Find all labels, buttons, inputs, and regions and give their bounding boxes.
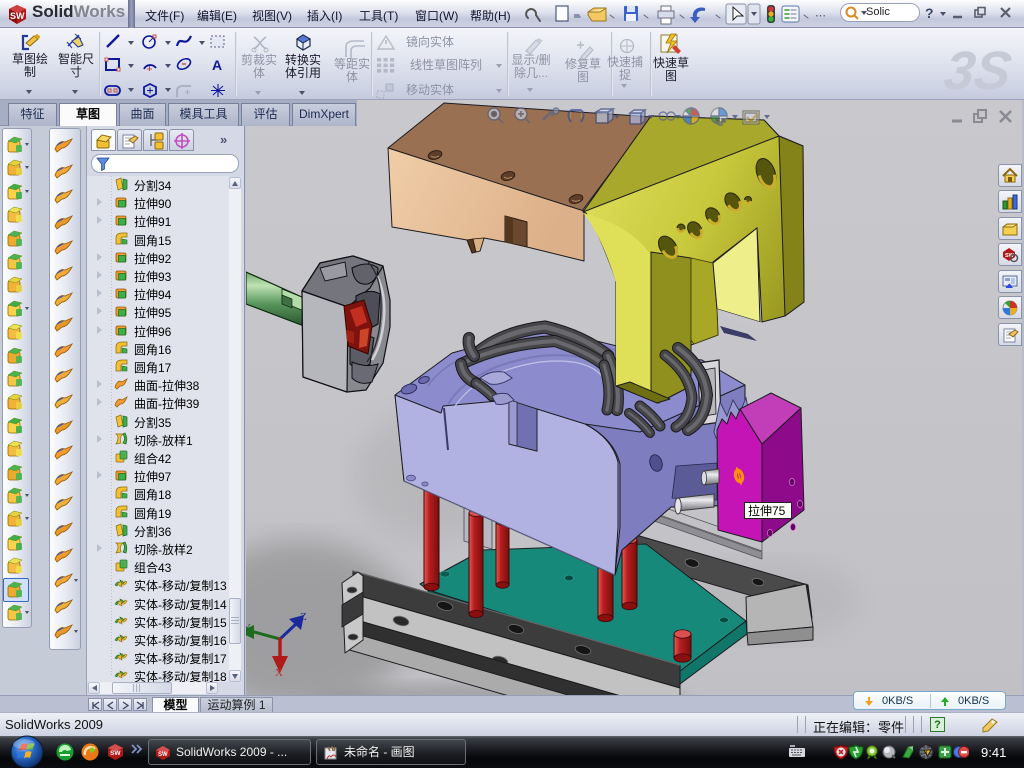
svg-text:SW: SW [10, 11, 25, 21]
svg-text:X: X [275, 667, 283, 679]
svg-text:SW: SW [158, 752, 168, 758]
svg-text:SW: SW [110, 750, 121, 757]
svg-text:A: A [212, 57, 222, 73]
svg-text:⋯: ⋯ [815, 10, 826, 22]
svg-text:Z: Z [300, 611, 307, 623]
svg-text:Y: Y [246, 622, 251, 634]
